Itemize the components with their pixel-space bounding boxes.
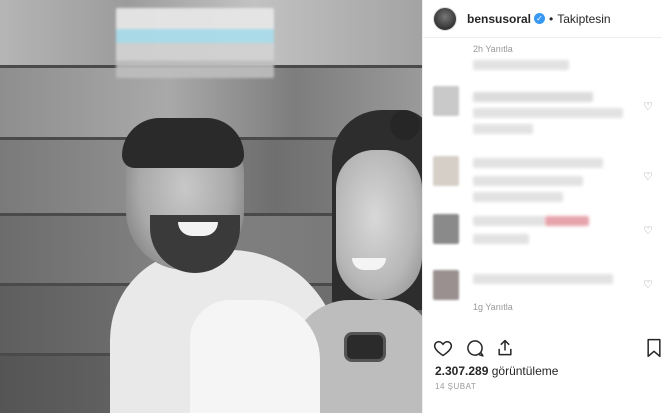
man-hair	[122, 118, 244, 168]
blurred-comment-text	[473, 108, 623, 118]
share-icon[interactable]	[495, 338, 515, 362]
comment-avatar[interactable]	[433, 156, 459, 186]
comment-meta[interactable]: 2h Yanıtla	[473, 44, 513, 54]
blurred-comment-text	[473, 158, 603, 168]
blurred-comment-text	[473, 234, 529, 244]
post-photo[interactable]	[0, 0, 422, 413]
blurred-sign	[116, 8, 274, 78]
post-header: bensusoral ✓ • Takiptesin	[423, 0, 662, 38]
view-count-number: 2.307.289	[435, 364, 489, 378]
wristwatch	[344, 332, 386, 362]
view-count[interactable]: 2.307.289 görüntüleme	[435, 364, 558, 378]
blurred-comment-text	[473, 124, 533, 134]
blurred-comment-text	[473, 176, 583, 186]
separator-dot: •	[549, 11, 554, 26]
comment-avatar[interactable]	[433, 270, 459, 300]
woman-hair-bun	[390, 110, 420, 140]
username-link[interactable]: bensusoral	[467, 12, 531, 26]
heart-icon[interactable]	[433, 338, 453, 362]
comment-meta[interactable]: 1g Yanıtla	[473, 302, 513, 312]
woman-face	[336, 150, 422, 300]
blurred-comment-text	[473, 274, 613, 284]
comment-like-heart-icon[interactable]: ♡	[643, 100, 653, 113]
comment-avatar[interactable]	[433, 214, 459, 244]
blurred-mention	[545, 216, 589, 226]
blurred-comment-text	[473, 60, 569, 70]
avatar[interactable]	[433, 6, 457, 31]
blurred-comment-text	[473, 192, 563, 202]
following-button[interactable]: Takiptesin	[557, 12, 610, 26]
comment-like-heart-icon[interactable]: ♡	[643, 170, 653, 183]
comment-like-heart-icon[interactable]: ♡	[643, 224, 653, 237]
post-sidebar: bensusoral ✓ • Takiptesin 2h Yanıtla ♡ ♡	[422, 0, 662, 413]
view-count-label: görüntüleme	[488, 364, 559, 378]
baby-blanket	[190, 300, 320, 413]
blurred-comment-text	[473, 92, 593, 102]
bookmark-icon[interactable]	[645, 338, 662, 362]
action-bar	[423, 338, 662, 362]
blurred-comment-text	[473, 216, 545, 226]
comment-like-heart-icon[interactable]: ♡	[643, 278, 653, 291]
comment-avatar[interactable]	[433, 86, 459, 116]
comment-icon[interactable]	[465, 338, 485, 362]
comments-list[interactable]: 2h Yanıtla ♡ ♡ ♡ ♡ 1g Yanıtla	[423, 38, 662, 338]
post-date[interactable]: 14 ŞUBAT	[435, 382, 476, 391]
instagram-post: bensusoral ✓ • Takiptesin 2h Yanıtla ♡ ♡	[0, 0, 662, 413]
verified-badge-icon: ✓	[534, 13, 546, 24]
